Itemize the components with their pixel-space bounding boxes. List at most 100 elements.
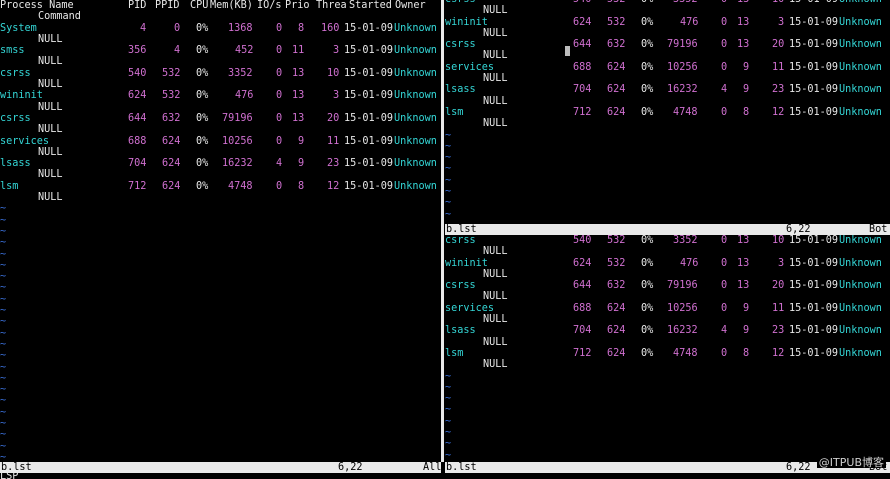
process-row[interactable]: lsm 712 624 0% 4748 0 8 12 15-01-09 Unknown: [0, 181, 441, 192]
process-name: lsass: [445, 325, 476, 337]
process-row[interactable]: services 688 624 0% 10256 0 9 11 15-01-09 Unknown: [0, 136, 441, 147]
cpu-value: 0%: [641, 39, 654, 51]
command-line-row[interactable]: NULL: [445, 359, 890, 370]
process-row[interactable]: csrss 540 532 0% 3352 0 13 10 15-01-09Unknown: [0, 68, 441, 79]
tilde-marker: ~: [445, 427, 452, 439]
mem-value: 10256: [667, 302, 698, 314]
prio-value: 9: [743, 84, 750, 96]
tilde-marker: ~: [445, 163, 452, 175]
process-row[interactable]: smss 356 4 0% 452 0 11 3 15-01-09 Unknown: [0, 45, 441, 56]
command-line-row[interactable]: NULL: [445, 50, 890, 61]
header-prio: Prio: [285, 0, 310, 11]
mem-value: 4748: [673, 347, 698, 359]
tilde-marker: ~: [0, 440, 7, 452]
mem-value: 476: [680, 257, 699, 269]
cpu-value: 0%: [641, 302, 654, 314]
command-line-row[interactable]: NULL: [0, 124, 441, 135]
started-value: 15-01-09: [789, 325, 839, 337]
right-bottom-editor-pane[interactable]: csrss 540 532 0% 3352 0 13 10 15-01-09 Unknown NUL…: [445, 235, 890, 462]
process-row[interactable]: System 4 0 0% 1368 0 8 160 15-01-09 Unknown: [0, 23, 441, 34]
vertical-split-separator[interactable]: [441, 0, 444, 462]
command-value: NULL: [483, 359, 508, 371]
command-line-row[interactable]: NULL: [0, 102, 441, 113]
prio-value: 13: [737, 39, 750, 51]
process-row[interactable]: wininit 624 532 0% 476 0 13 3 15-01-09 Unknown: [445, 17, 890, 28]
command-line-row[interactable]: NULL: [445, 337, 890, 348]
process-row[interactable]: csrss 540 532 0% 3352 0 13 10 15-01-09Unknown: [445, 235, 890, 246]
threads-value: 160: [321, 22, 340, 34]
tilde-marker: ~: [445, 393, 452, 405]
process-row[interactable]: lsass 704 624 0% 16232 4 9 23 15-01-09 Unknown: [445, 325, 890, 336]
process-name: lsm: [445, 106, 464, 118]
command-line-row[interactable]: NULL: [0, 169, 441, 180]
prio-value: 13: [292, 90, 305, 102]
command-line-row[interactable]: NULL: [445, 291, 890, 302]
io-value: 0: [721, 235, 728, 246]
tilde-marker: ~: [0, 225, 7, 237]
mem-value: 476: [680, 16, 699, 28]
command-line-row[interactable]: NULL: [445, 314, 890, 325]
process-row[interactable]: lsass 704 624 0% 16232 4 9 23 15-01-09 Unknown: [445, 84, 890, 95]
empty-line: ~: [0, 418, 441, 429]
ppid-value: 624: [607, 84, 626, 96]
command-line-row[interactable]: NULL: [445, 5, 890, 16]
command-line-row[interactable]: NULL: [445, 28, 890, 39]
mem-value: 79196: [667, 39, 698, 51]
process-row[interactable]: lsm 712 624 0% 4748 0 8 12 15-01-09 Unknown: [445, 348, 890, 359]
process-name: smss: [0, 45, 25, 57]
command-line-row[interactable]: NULL: [445, 118, 890, 129]
mem-value: 16232: [667, 84, 698, 96]
command-line[interactable]: LSP: [0, 471, 890, 479]
mem-value: 10256: [222, 135, 253, 147]
empty-line: ~: [0, 316, 441, 327]
empty-line: ~: [445, 393, 890, 404]
pid-value: 624: [573, 16, 592, 28]
threads-value: 12: [772, 347, 785, 359]
command-line-row[interactable]: NULL: [0, 147, 441, 158]
owner-value: Unknown: [839, 325, 882, 337]
tilde-marker: ~: [0, 327, 7, 339]
command-line-row[interactable]: NULL: [0, 56, 441, 67]
command-line-row[interactable]: NULL: [0, 34, 441, 45]
empty-line: ~: [445, 382, 890, 393]
command-line-row[interactable]: NULL: [0, 79, 441, 90]
command-line-row[interactable]: NULL: [445, 73, 890, 84]
command-value: NULL: [38, 124, 63, 136]
threads-value: 23: [772, 84, 785, 96]
process-name: wininit: [445, 16, 488, 28]
pid-value: 644: [128, 112, 147, 124]
command-line-row[interactable]: NULL: [445, 269, 890, 280]
mem-value: 3352: [228, 67, 253, 79]
command-value: NULL: [38, 101, 63, 113]
header-io: IO/s: [257, 0, 282, 11]
process-row[interactable]: csrss 644 632 0% 79196 0 13 20 15-01-09 Unknown: [445, 39, 890, 50]
process-row[interactable]: wininit 624 532 0% 476 0 13 3 15-01-09 Unknown: [0, 90, 441, 101]
process-name: services: [445, 302, 495, 314]
tilde-marker: ~: [445, 415, 452, 427]
process-row[interactable]: csrss 644 632 0% 79196 0 13 20 15-01-09 Unknown: [445, 280, 890, 291]
owner-value: Unknown: [394, 45, 437, 57]
started-value: 15-01-09: [789, 84, 839, 96]
ppid-value: 532: [607, 257, 626, 269]
process-row[interactable]: wininit 624 532 0% 476 0 13 3 15-01-09 Unknown: [445, 258, 890, 269]
owner-value: Unknown: [394, 180, 437, 192]
status-scroll-position: Bot: [869, 224, 888, 235]
io-value: 0: [721, 106, 728, 118]
process-row[interactable]: csrss 644 632 0% 79196 0 13 20 15-01-09 Unknown: [0, 113, 441, 124]
io-value: 4: [276, 158, 283, 170]
right-top-editor-pane[interactable]: csrss5405320%33520131015-01-09UnknownNUL…: [445, 0, 890, 224]
process-row[interactable]: services 688 624 0% 10256 0 9 11 15-01-09 Unknown: [445, 62, 890, 73]
pid-value: 704: [573, 84, 592, 96]
ppid-value: 632: [162, 112, 181, 124]
ppid-value: 532: [607, 16, 626, 28]
command-line-row[interactable]: NULL: [445, 96, 890, 107]
left-editor-pane[interactable]: Process Name PID PPID CPU Mem(KB) IO/s Prio Thr…: [0, 0, 441, 462]
command-line-row[interactable]: NULL: [445, 246, 890, 257]
process-row[interactable]: lsass 704 624 0% 16232 4 9 23 15-01-09 Unknown: [0, 158, 441, 169]
process-row[interactable]: lsm 712 624 0% 4748 0 8 12 15-01-09 Unknown: [445, 107, 890, 118]
command-line-row[interactable]: NULL: [0, 192, 441, 203]
owner-value: Unknown: [394, 112, 437, 124]
io-value: 0: [721, 280, 728, 292]
prio-value: 9: [743, 302, 750, 314]
process-row[interactable]: services 688 624 0% 10256 0 9 11 15-01-09 Unknown: [445, 303, 890, 314]
